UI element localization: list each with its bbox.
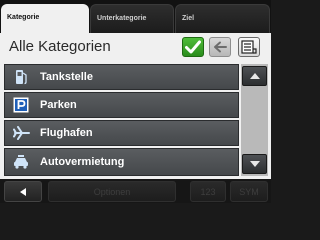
scrollbar[interactable] <box>241 64 268 176</box>
tab-kategorie[interactable]: Kategorie <box>1 4 89 33</box>
list-item-parken[interactable]: Parken <box>4 92 239 118</box>
triangle-up-icon <box>249 73 260 79</box>
triangle-down-icon <box>249 161 260 167</box>
list-icon <box>241 40 257 54</box>
back-nav-button[interactable] <box>4 181 42 202</box>
tab-ziel[interactable]: Ziel <box>175 4 270 33</box>
confirm-button[interactable] <box>182 37 204 57</box>
parking-icon <box>9 94 33 116</box>
list-item-flughafen[interactable]: Flughafen <box>4 120 239 146</box>
airplane-icon <box>9 122 33 144</box>
bottom-bar: Optionen 123 SYM <box>0 179 271 203</box>
category-panel: Alle Kategorien Tankstelle Parken Flugha… <box>0 33 271 179</box>
category-list: Tankstelle Parken Flughafen Autovermietu… <box>4 64 239 176</box>
options-button[interactable]: Optionen <box>48 181 176 202</box>
list-view-button[interactable] <box>238 37 260 57</box>
tab-unterkategorie[interactable]: Unterkategorie <box>90 4 174 33</box>
scroll-down-button[interactable] <box>242 154 267 174</box>
list-item-label: Parken <box>40 99 77 111</box>
list-item-label: Autovermietung <box>40 156 125 168</box>
back-button[interactable] <box>209 37 231 57</box>
page-title: Alle Kategorien <box>9 38 111 55</box>
car-rental-icon <box>9 151 33 173</box>
list-item-label: Flughafen <box>40 127 93 139</box>
list-item-label: Tankstelle <box>40 71 93 83</box>
fuel-pump-icon <box>9 66 33 88</box>
scroll-up-button[interactable] <box>242 66 267 86</box>
list-item-autovermietung[interactable]: Autovermietung <box>4 148 239 176</box>
numeric-keyboard-button[interactable]: 123 <box>190 181 226 202</box>
title-bar: Alle Kategorien <box>0 33 271 62</box>
symbols-keyboard-button[interactable]: SYM <box>230 181 268 202</box>
checkmark-icon <box>185 40 201 54</box>
arrow-left-icon <box>214 41 227 53</box>
triangle-left-icon <box>20 187 26 196</box>
list-item-tankstelle[interactable]: Tankstelle <box>4 64 239 90</box>
tab-bar: Kategorie Unterkategorie Ziel <box>0 0 271 33</box>
